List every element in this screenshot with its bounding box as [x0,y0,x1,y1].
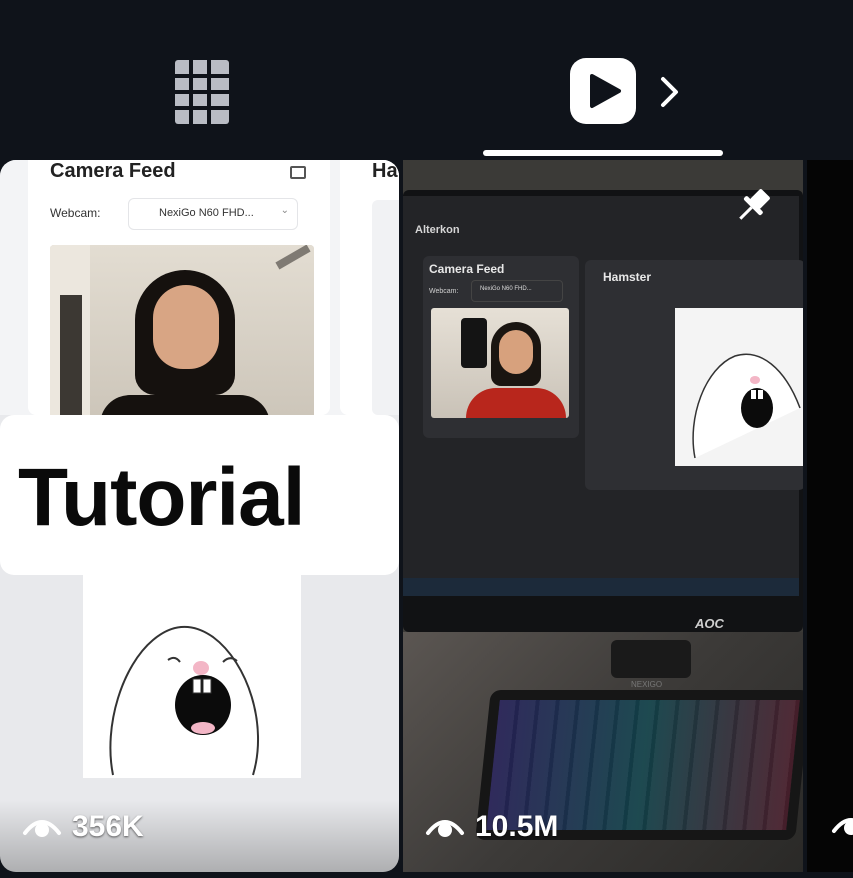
camera-brand: NEXIGO [631,680,663,689]
eye-icon [831,811,853,844]
grid-tab-button[interactable] [175,60,229,124]
hamster-drawing [109,625,260,776]
panel-title: Camera Feed [50,160,176,182]
panel-title: Camera Feed [429,262,505,276]
video-thumbnail-1[interactable]: Camera Feed Webcam: NexiGo N60 FHD... ⌄ … [0,160,399,872]
overlay-title: Tutorial [18,452,306,543]
camera-icon [290,166,306,179]
monitor-screen: Alterkon Camera Feed Webcam: NexiGo N60 … [403,196,803,596]
app-title: Alterkon [415,224,460,236]
side-panel: Ha [340,160,399,415]
chevron-right-icon[interactable] [656,74,684,110]
webcam-select-value: NexiGo N60 FHD... [480,286,532,292]
taskbar [403,578,799,596]
webcam-label: Webcam: [50,206,101,220]
webcam-preview [50,245,314,415]
grid-icon [175,60,229,124]
pin-icon [731,184,775,228]
hamster-panel: Hamster [585,260,803,490]
hamster-image [83,575,301,778]
video-thumbnail-3[interactable] [807,160,853,872]
camera-panel: Camera Feed Webcam: NexiGo N60 FHD... ⌄ [28,160,330,415]
play-icon [570,58,636,124]
title-banner: Tutorial [0,415,399,575]
app-screenshot: Camera Feed Webcam: NexiGo N60 FHD... ⌄ … [0,160,399,415]
video-thumbnail-2[interactable]: Alterkon Camera Feed Webcam: NexiGo N60 … [403,160,803,872]
eye-icon [23,820,61,837]
monitor-bezel: Alterkon Camera Feed Webcam: NexiGo N60 … [403,190,803,632]
active-tab-indicator [483,150,723,156]
view-count: 10.5M [425,810,558,844]
view-count-text: 10.5M [475,810,559,843]
webcam-device: NEXIGO [611,640,691,689]
webcam-preview [431,308,569,418]
webcam-label: Webcam: [429,288,459,295]
panel-title-truncated: Ha [372,160,398,182]
webcam-select-value: NexiGo N60 FHD... [159,207,254,219]
hamster-image [675,308,803,466]
view-count: 356K [22,810,144,844]
chevron-down-icon: ⌄ [280,205,289,216]
eye-icon [426,820,464,837]
webcam-select[interactable]: NexiGo N60 FHD... [471,280,563,302]
panel-title: Hamster [603,270,652,284]
videos-tab-button[interactable] [570,58,636,124]
view-count-text: 356K [72,810,144,843]
camera-panel: Camera Feed Webcam: NexiGo N60 FHD... [423,256,579,438]
profile-tab-bar [0,0,853,160]
webcam-select[interactable]: NexiGo N60 FHD... ⌄ [128,198,298,230]
monitor-brand: AOC [695,616,724,631]
